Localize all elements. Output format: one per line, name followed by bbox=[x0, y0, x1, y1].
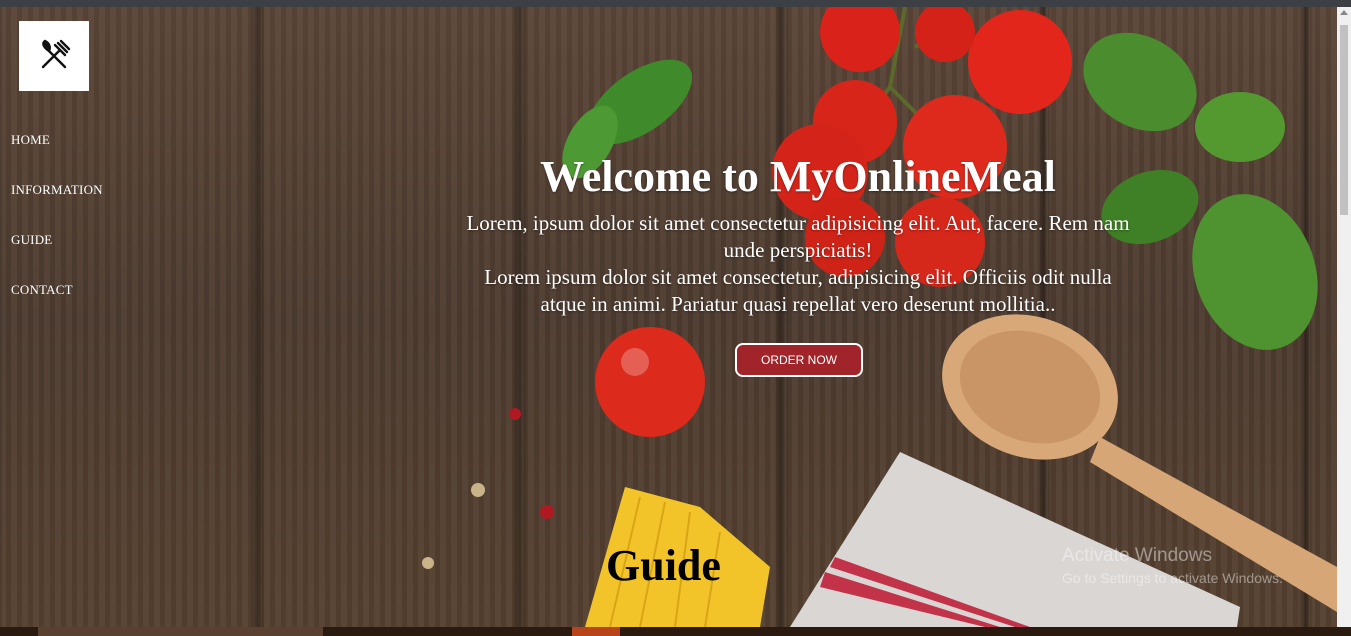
fork-and-knife-icon bbox=[41, 39, 71, 69]
hero-paragraph-1: Lorem, ipsum dolor sit amet consectetur … bbox=[466, 211, 1130, 262]
watermark-subtitle: Go to Settings to activate Windows. bbox=[1062, 570, 1283, 586]
hero-content: Welcome to MyOnlineMeal Lorem, ipsum dol… bbox=[462, 152, 1134, 318]
nav-item-home[interactable]: HOME bbox=[11, 132, 103, 148]
guide-heading: Guide bbox=[606, 541, 721, 590]
scroll-up-arrow-icon[interactable] bbox=[1340, 10, 1348, 15]
taskbar-search-area[interactable] bbox=[38, 627, 323, 636]
activate-windows-watermark: Activate Windows Go to Settings to activ… bbox=[1062, 545, 1283, 587]
os-taskbar bbox=[0, 627, 1351, 636]
nav-item-contact[interactable]: CONTACT bbox=[11, 282, 103, 298]
order-now-button[interactable]: ORDER NOW bbox=[735, 343, 863, 377]
scrollbar-thumb[interactable] bbox=[1340, 25, 1348, 215]
watermark-title: Activate Windows bbox=[1062, 545, 1212, 566]
main-nav: HOME INFORMATION GUIDE CONTACT bbox=[11, 132, 103, 332]
page-scrollbar[interactable] bbox=[1337, 7, 1351, 627]
browser-top-bar bbox=[0, 0, 1351, 7]
site-logo[interactable] bbox=[19, 21, 89, 91]
hero-paragraph-2: Lorem ipsum dolor sit amet consectetur, … bbox=[484, 265, 1112, 316]
hero-title: Welcome to MyOnlineMeal bbox=[540, 152, 1056, 201]
nav-item-information[interactable]: INFORMATION bbox=[11, 182, 103, 198]
taskbar-app-button[interactable] bbox=[572, 627, 620, 636]
nav-item-guide[interactable]: GUIDE bbox=[11, 232, 103, 248]
